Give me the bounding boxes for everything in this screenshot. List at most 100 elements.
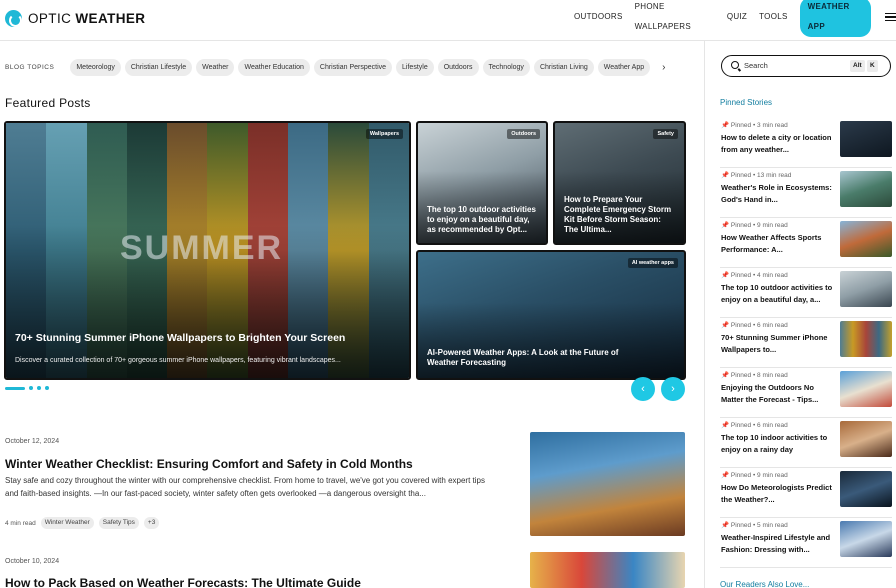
featured-card-title: 70+ Stunning Summer iPhone Wallpapers to… xyxy=(15,332,346,344)
topic-chip[interactable]: Lifestyle xyxy=(396,59,434,76)
featured-card-main[interactable]: SUMMER Wallpapers 70+ Stunning Summer iP… xyxy=(4,121,411,380)
pinned-meta: 📌 Pinned • 9 min read xyxy=(721,222,788,229)
chevron-right-icon[interactable]: › xyxy=(662,62,665,73)
pinned-meta: 📌 Pinned • 3 min read xyxy=(721,122,788,129)
pin-icon: 📌 xyxy=(721,172,730,179)
pinned-thumbnail xyxy=(840,221,892,257)
nav-quiz[interactable]: QUIZ xyxy=(727,7,747,27)
pinned-thumbnail xyxy=(840,471,892,507)
logo-text: OPTIC WEATHER xyxy=(28,11,146,26)
topic-chip[interactable]: Outdoors xyxy=(437,59,479,76)
pinned-title: How Do Meteorologists Predict the Weathe… xyxy=(721,483,832,504)
pinned-title: How Weather Affects Sports Performance: … xyxy=(721,233,822,254)
category-badge: AI weather apps xyxy=(627,258,678,268)
carousel-dot[interactable] xyxy=(45,386,49,390)
post-title[interactable]: How to Pack Based on Weather Forecasts: … xyxy=(5,576,361,588)
post-date: October 10, 2024 xyxy=(5,558,60,565)
blog-topics-label: BLOG TOPICS xyxy=(5,64,55,71)
pin-icon: 📌 xyxy=(721,272,730,279)
shortcut-key-k: K xyxy=(867,60,878,72)
pinned-thumbnail xyxy=(840,271,892,307)
carousel-prev-button[interactable]: ‹ xyxy=(631,377,655,401)
post-tag[interactable]: Winter Weather xyxy=(40,517,94,529)
pin-icon: 📌 xyxy=(721,122,730,129)
blog-topics: BLOG TOPICS Meteorology Christian Lifest… xyxy=(5,59,665,76)
carousel-dot-active[interactable] xyxy=(5,386,25,390)
read-time: 4 min read xyxy=(5,519,36,527)
pin-icon: 📌 xyxy=(721,372,730,379)
pinned-meta: 📌 Pinned • 6 min read xyxy=(721,322,788,329)
search-bar[interactable]: Search Alt K xyxy=(721,55,891,77)
topic-chip[interactable]: Weather App xyxy=(597,59,651,76)
pinned-story[interactable]: 📌 Pinned • 4 min read The top 10 outdoor… xyxy=(720,268,892,318)
post-tag[interactable]: Safety Tips xyxy=(98,517,139,529)
category-badge: Wallpapers xyxy=(365,129,403,139)
topic-chip[interactable]: Christian Living xyxy=(533,59,594,76)
pinned-title: The top 10 indoor activities to enjoy on… xyxy=(721,433,828,454)
pinned-meta: 📌 Pinned • 5 min read xyxy=(721,522,788,529)
pinned-thumbnail xyxy=(840,321,892,357)
nav-phone-wallpapers[interactable]: PHONE WALLPAPERS xyxy=(635,0,715,37)
pin-icon: 📌 xyxy=(721,472,730,479)
pinned-title: Enjoying the Outdoors No Matter the Fore… xyxy=(721,383,819,404)
pin-icon: 📌 xyxy=(721,222,730,229)
search-icon xyxy=(731,61,739,69)
topic-chip[interactable]: Weather xyxy=(196,59,235,76)
pinned-thumbnail xyxy=(840,121,892,157)
featured-card-title: How to Prepare Your Complete Emergency S… xyxy=(564,195,672,234)
main-nav: OUTDOORS PHONE WALLPAPERS QUIZ TOOLS WEA… xyxy=(574,0,896,37)
pinned-story[interactable]: 📌 Pinned • 8 min read Enjoying the Outdo… xyxy=(720,368,892,418)
sidebar-divider xyxy=(704,41,705,588)
featured-card-title: The top 10 outdoor activities to enjoy o… xyxy=(427,205,536,234)
pinned-story[interactable]: 📌 Pinned • 3 min read How to delete a ci… xyxy=(720,118,892,168)
logo[interactable]: OPTIC WEATHER xyxy=(5,10,145,27)
pinned-title: How to delete a city or location from an… xyxy=(721,133,832,154)
pinned-thumbnail xyxy=(840,371,892,407)
pinned-story[interactable]: 📌 Pinned • 13 min read Weather's Role in… xyxy=(720,168,892,218)
readers-also-love-heading: Our Readers Also Love... xyxy=(720,580,810,588)
post-title[interactable]: Winter Weather Checklist: Ensuring Comfo… xyxy=(5,457,413,471)
featured-card-title: AI-Powered Weather Apps: A Look at the F… xyxy=(427,348,619,367)
pinned-meta: 📌 Pinned • 4 min read xyxy=(721,272,788,279)
topic-chip[interactable]: Meteorology xyxy=(70,59,121,76)
site-header: OPTIC WEATHER OUTDOORS PHONE WALLPAPERS … xyxy=(0,0,896,41)
menu-icon[interactable] xyxy=(885,12,896,22)
topic-chip[interactable]: Technology xyxy=(482,59,530,76)
pinned-thumbnail xyxy=(840,171,892,207)
topic-chip[interactable]: Christian Perspective xyxy=(313,59,393,76)
featured-card-ai[interactable]: AI weather apps AI-Powered Weather Apps:… xyxy=(416,250,686,380)
featured-card-description: Discover a curated collection of 70+ gor… xyxy=(15,357,341,364)
topic-chip[interactable]: Christian Lifestyle xyxy=(124,59,193,76)
carousel-dot[interactable] xyxy=(37,386,41,390)
more-tags-badge[interactable]: +3 xyxy=(143,517,160,529)
shortcut-key-alt: Alt xyxy=(850,60,865,72)
post-meta: 4 min read Winter Weather Safety Tips +3 xyxy=(5,517,160,529)
category-badge: Outdoors xyxy=(507,129,540,139)
post-date: October 12, 2024 xyxy=(5,438,60,445)
featured-card-outdoors[interactable]: Outdoors The top 10 outdoor activities t… xyxy=(416,121,548,245)
search-input[interactable]: Search xyxy=(744,61,768,70)
pin-icon: 📌 xyxy=(721,422,730,429)
category-badge: Safety xyxy=(653,129,678,139)
carousel-next-button[interactable]: › xyxy=(661,377,685,401)
nav-outdoors[interactable]: OUTDOORS xyxy=(574,7,623,27)
weather-app-button[interactable]: WEATHER APP xyxy=(799,0,872,37)
post-thumbnail[interactable] xyxy=(530,432,685,536)
pinned-story[interactable]: 📌 Pinned • 6 min read The top 10 indoor … xyxy=(720,418,892,468)
pinned-story[interactable]: 📌 Pinned • 9 min read How Weather Affect… xyxy=(720,218,892,268)
topic-chip[interactable]: Weather Education xyxy=(238,59,310,76)
pinned-title: The top 10 outdoor activities to enjoy o… xyxy=(721,283,833,304)
pinned-story[interactable]: 📌 Pinned • 6 min read 70+ Stunning Summe… xyxy=(720,318,892,368)
post-thumbnail[interactable] xyxy=(530,552,685,588)
pinned-thumbnail xyxy=(840,521,892,557)
nav-tools[interactable]: TOOLS xyxy=(759,7,787,27)
pinned-meta: 📌 Pinned • 8 min read xyxy=(721,372,788,379)
post-excerpt: Stay safe and cozy throughout the winter… xyxy=(5,476,485,498)
pinned-story[interactable]: 📌 Pinned • 5 min read Weather-Inspired L… xyxy=(720,518,892,568)
pinned-story[interactable]: 📌 Pinned • 9 min read How Do Meteorologi… xyxy=(720,468,892,518)
pinned-meta: 📌 Pinned • 13 min read xyxy=(721,172,792,179)
pinned-meta: 📌 Pinned • 9 min read xyxy=(721,472,788,479)
pinned-title: Weather-Inspired Lifestyle and Fashion: … xyxy=(721,533,831,554)
featured-card-safety[interactable]: Safety How to Prepare Your Complete Emer… xyxy=(553,121,686,245)
carousel-dot[interactable] xyxy=(29,386,33,390)
